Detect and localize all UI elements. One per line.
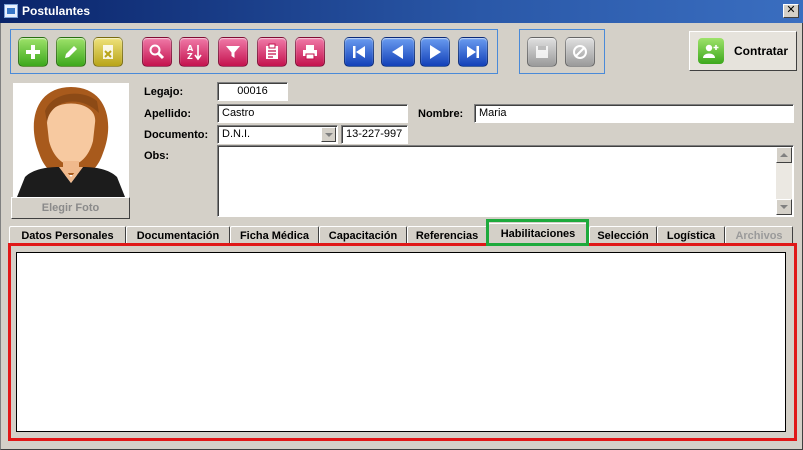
legajo-field[interactable]: 00016 [217,82,288,101]
document-type-select[interactable]: D.N.I. [217,125,338,144]
scroll-up-icon[interactable] [776,147,792,163]
filter-button[interactable] [218,37,248,67]
applicant-photo [13,83,129,197]
scroll-down-icon[interactable] [776,199,792,215]
contratar-label: Contratar [734,44,789,58]
contratar-button[interactable]: Contratar [689,31,797,71]
document-type-value: D.N.I. [222,128,251,140]
cancel-icon [573,45,587,59]
first-record-icon [353,46,365,58]
person-avatar-icon [17,87,125,197]
previous-record-icon [392,45,403,59]
content-highlight [8,243,797,441]
app-icon [4,4,18,18]
print-icon [303,45,317,60]
next-record-icon [430,45,441,59]
nombre-label: Nombre: [418,108,464,120]
obs-label: Obs: [144,150,170,162]
choose-photo-button[interactable]: Elegir Foto [11,197,130,219]
toolbar-edit-actions [519,29,605,74]
add-button[interactable] [18,37,48,67]
edit-button[interactable] [56,37,86,67]
filter-funnel-icon [226,46,240,58]
obs-textarea[interactable] [217,145,794,217]
apellido-field[interactable]: Castro [217,104,408,123]
edit-pencil-icon [65,46,77,58]
add-icon [26,45,40,59]
close-button[interactable]: ✕ [783,4,799,18]
print-button[interactable] [295,37,325,67]
last-record-icon [467,46,479,58]
legajo-label: Legajo: [144,86,184,98]
active-tab-highlight [486,219,589,246]
title-bar: Postulantes ✕ [0,0,803,23]
cancel-button[interactable] [565,37,595,67]
save-icon [536,46,548,58]
chevron-down-icon[interactable] [321,127,336,142]
sort-button[interactable]: AZ [179,37,209,67]
window-body: AZ Contratar Elegir Foto Legajo: 00016 A… [0,23,803,450]
last-record-button[interactable] [458,37,488,67]
report-button[interactable] [257,37,287,67]
documento-label: Documento: [144,129,209,141]
search-button[interactable] [142,37,172,67]
save-button[interactable] [527,37,557,67]
delete-button[interactable] [93,37,123,67]
search-magnifier-icon [149,44,165,60]
window-title: Postulantes [22,4,91,18]
add-person-icon [703,44,719,58]
document-number-field[interactable]: 13-227-997 [341,125,408,144]
first-record-button[interactable] [344,37,374,67]
sort-az-icon: AZ [187,44,202,61]
svg-text:Z: Z [187,52,193,61]
apellido-label: Apellido: [144,108,192,120]
nombre-field[interactable]: Maria [474,104,794,123]
report-clipboard-icon [266,43,278,59]
next-record-button[interactable] [420,37,450,67]
previous-record-button[interactable] [381,37,415,67]
obs-scrollbar[interactable] [776,147,792,215]
delete-document-icon [103,45,113,59]
toolbar-main: AZ [10,29,498,74]
